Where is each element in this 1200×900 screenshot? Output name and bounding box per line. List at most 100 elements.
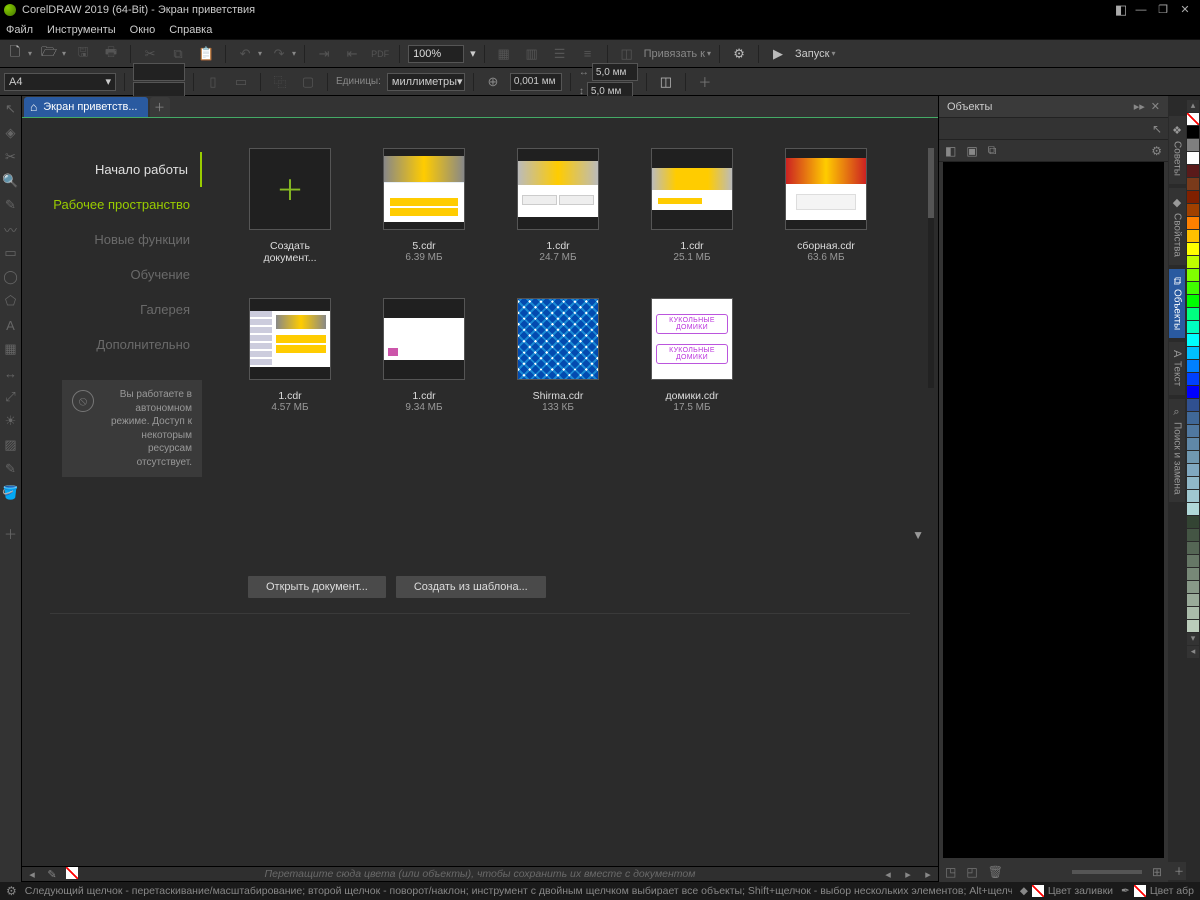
delete-layer-icon[interactable]: 🗑 [988,865,1003,879]
eyedropper-tool-icon[interactable]: ✎ [2,460,20,478]
color-swatch[interactable] [1187,425,1199,437]
color-swatch[interactable] [1187,568,1199,580]
new-from-template-button[interactable]: Создать из шаблона... [396,576,546,598]
import-icon[interactable]: ⇥ [313,43,335,65]
sidebar-item-whatsnew[interactable]: Новые функции [22,222,202,257]
crop-tool-icon[interactable]: ✂ [2,148,20,166]
color-swatch[interactable] [1187,321,1199,333]
new-document-card[interactable]: ＋Создать документ... [244,148,336,264]
fill-tool-icon[interactable]: 🪣 [2,484,20,502]
close-button[interactable]: ✕ [1174,0,1196,20]
no-color-swatch[interactable] [66,867,78,879]
undo-icon[interactable]: ↶ [234,43,256,65]
export-icon[interactable]: ⇤ [341,43,363,65]
artistic-tool-icon[interactable]: 〰 [2,220,20,238]
redo-icon[interactable]: ↷ [268,43,290,65]
palette-menu-icon[interactable]: ▸ [918,868,938,881]
recent-file-card[interactable]: 1.cdr24.7 МБ [512,148,604,264]
freehand-tool-icon[interactable]: ✎ [2,196,20,214]
tab-welcome[interactable]: ⌂ Экран приветств... [24,97,148,117]
palette-eyedropper-icon[interactable]: ✎ [42,868,62,881]
color-swatch[interactable] [1187,620,1199,632]
color-swatch[interactable] [1187,334,1199,346]
color-swatch[interactable] [1187,594,1199,606]
paste-icon[interactable]: 📋 [195,43,217,65]
color-swatch[interactable] [1187,373,1199,385]
nudge-input[interactable]: 0,001 мм [510,73,562,91]
fullscreen-icon[interactable]: ▦ [493,43,515,65]
color-swatch[interactable] [1187,230,1199,242]
color-swatch[interactable] [1187,555,1199,567]
connector-tool-icon[interactable]: ⤢ [2,388,20,406]
color-swatch[interactable] [1187,451,1199,463]
obj-view-icon[interactable]: ◧ [945,144,956,158]
palette-arrow-left-icon[interactable]: ◂ [22,868,42,881]
shape-tool-icon[interactable]: ◈ [2,124,20,142]
sidebar-item-learning[interactable]: Обучение [22,257,202,292]
options-icon[interactable]: ⚙ [728,43,750,65]
color-swatch[interactable] [1187,464,1199,476]
recent-file-card[interactable]: сборная.cdr63.6 МБ [780,148,872,264]
zoom-tool-icon[interactable]: 🔍 [2,172,20,190]
table-tool-icon[interactable]: ▦ [2,340,20,358]
copy-icon[interactable]: ⧉ [167,43,189,65]
menu-help[interactable]: Справка [169,24,212,36]
docker-collapse-icon[interactable]: ▸▸ [1134,100,1145,113]
open-document-button[interactable]: Открыть документ... [248,576,386,598]
color-swatch[interactable] [1187,295,1199,307]
color-swatch[interactable] [1187,581,1199,593]
color-swatch[interactable] [1187,308,1199,320]
pick-tool-icon[interactable]: ↖ [2,100,20,118]
units-combo[interactable]: миллиметры▾ [387,73,465,91]
palette-arrow-left2-icon[interactable]: ◂ [878,868,898,881]
recent-file-card[interactable]: 1.cdr9.34 МБ [378,298,470,413]
docker-close-icon[interactable]: ✕ [1151,100,1160,113]
save-icon[interactable]: 🖫 [72,43,94,65]
docker-tab-objects[interactable]: ⧉Объекты [1169,269,1185,338]
treat-as-filled-icon[interactable]: ◫ [655,71,677,93]
dup-x-input[interactable]: 5,0 мм [592,63,638,81]
menu-file[interactable]: Файл [6,24,33,36]
open-icon[interactable]: 🗁 [38,43,60,65]
no-fill-swatch[interactable] [1187,113,1199,125]
minimize-button[interactable]: — [1130,0,1152,20]
cut-icon[interactable]: ✂ [139,43,161,65]
palette-flyout-icon[interactable]: ◂ [1187,646,1199,658]
color-swatch[interactable] [1187,503,1199,515]
color-swatch[interactable] [1187,191,1199,203]
docker-tab-hints[interactable]: ❖Советы [1169,116,1186,184]
current-page-icon[interactable]: ▢ [297,71,319,93]
color-swatch[interactable] [1187,152,1199,164]
align-icon[interactable]: ☰ [549,43,571,65]
color-swatch[interactable] [1187,243,1199,255]
menu-tools[interactable]: Инструменты [47,24,116,36]
page-width-input[interactable] [133,63,185,81]
obj-layers-icon[interactable]: ⧉ [988,143,997,158]
color-swatch[interactable] [1187,282,1199,294]
maximize-button[interactable]: ❐ [1152,0,1174,20]
dimension-tool-icon[interactable]: ↔ [2,364,20,382]
docker-add-icon[interactable]: ＋ [1168,862,1187,880]
docker-tab-find[interactable]: ⌕Поиск и замена [1169,399,1185,503]
color-swatch[interactable] [1187,126,1199,138]
color-swatch[interactable] [1187,217,1199,229]
docker-tab-text[interactable]: AТекст [1169,342,1185,395]
menu-window[interactable]: Окно [130,24,156,36]
launch-icon[interactable]: ▶ [767,43,789,65]
color-swatch[interactable] [1187,139,1199,151]
color-swatch[interactable] [1187,516,1199,528]
color-swatch[interactable] [1187,529,1199,541]
color-swatch[interactable] [1187,178,1199,190]
snap-dropdown[interactable]: Привязать к [644,48,705,60]
new-icon[interactable]: 🗋 [4,43,26,65]
color-swatch[interactable] [1187,490,1199,502]
color-swatch[interactable] [1187,256,1199,268]
obj-options-icon[interactable]: ⚙ [1151,144,1162,158]
sidebar-item-gallery[interactable]: Галерея [22,292,202,327]
add-tab-button[interactable]: ＋ [150,97,170,117]
zoom-combo[interactable]: 100% [408,45,464,63]
fill-indicator[interactable]: ◆ Цвет заливки [1020,885,1113,897]
all-pages-icon[interactable]: ⿻ [269,71,291,93]
add-preset-icon[interactable]: ＋ [694,71,716,93]
color-swatch[interactable] [1187,438,1199,450]
